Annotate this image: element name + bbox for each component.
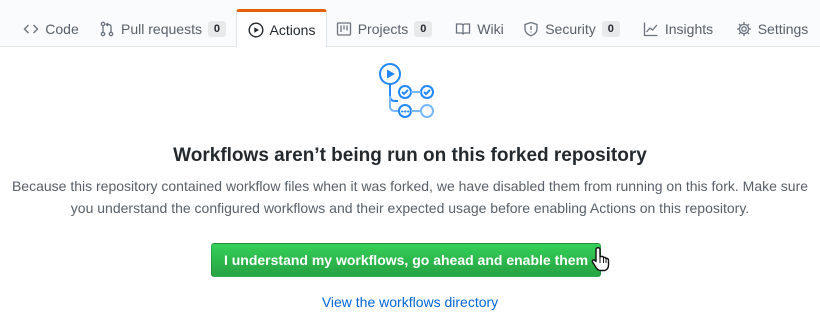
pull-requests-counter: 0 [207, 21, 226, 37]
tab-code-label: Code [45, 21, 79, 37]
workflow-illustration-icon [379, 63, 434, 118]
tab-actions[interactable]: Actions [236, 9, 327, 48]
pull-request-icon [99, 21, 115, 37]
project-icon [336, 21, 352, 37]
tab-security-label: Security [545, 21, 596, 37]
tab-actions-label: Actions [269, 21, 316, 38]
tab-insights-label: Insights [664, 21, 714, 37]
graph-icon [643, 21, 659, 37]
hand-pointer-cursor-icon [591, 246, 610, 272]
book-icon [455, 21, 471, 37]
enable-workflows-button[interactable]: I understand my workflows, go ahead and … [211, 243, 601, 277]
tab-settings-label: Settings [757, 21, 809, 37]
tab-settings[interactable]: Settings [730, 9, 814, 47]
shield-icon [523, 21, 539, 37]
description-line-2: you understand the configured workflows … [70, 200, 750, 216]
description: Because this repository contained workfl… [0, 175, 820, 219]
description-line-1: Because this repository contained workfl… [11, 178, 809, 194]
tab-projects[interactable]: Projects 0 [334, 9, 434, 47]
tab-insights[interactable]: Insights [636, 9, 720, 47]
projects-counter: 0 [414, 21, 433, 37]
tab-projects-label: Projects [357, 21, 409, 37]
play-icon [248, 21, 264, 38]
tab-wiki-label: Wiki [477, 21, 504, 37]
tab-pull-requests[interactable]: Pull requests 0 [96, 9, 229, 47]
tab-code[interactable]: Code [14, 9, 88, 47]
tab-pull-requests-label: Pull requests [121, 21, 202, 37]
tab-security[interactable]: Security 0 [520, 9, 623, 47]
security-counter: 0 [601, 21, 620, 37]
code-icon [23, 21, 39, 37]
view-workflows-link[interactable]: View the workflows directory [0, 294, 820, 310]
gear-icon [736, 21, 752, 37]
page-title: Workflows aren’t being run on this forke… [173, 145, 647, 166]
tab-wiki[interactable]: Wiki [448, 9, 511, 47]
repo-nav-tabs: Code Pull requests 0 Actions Projects 0 … [0, 0, 820, 48]
